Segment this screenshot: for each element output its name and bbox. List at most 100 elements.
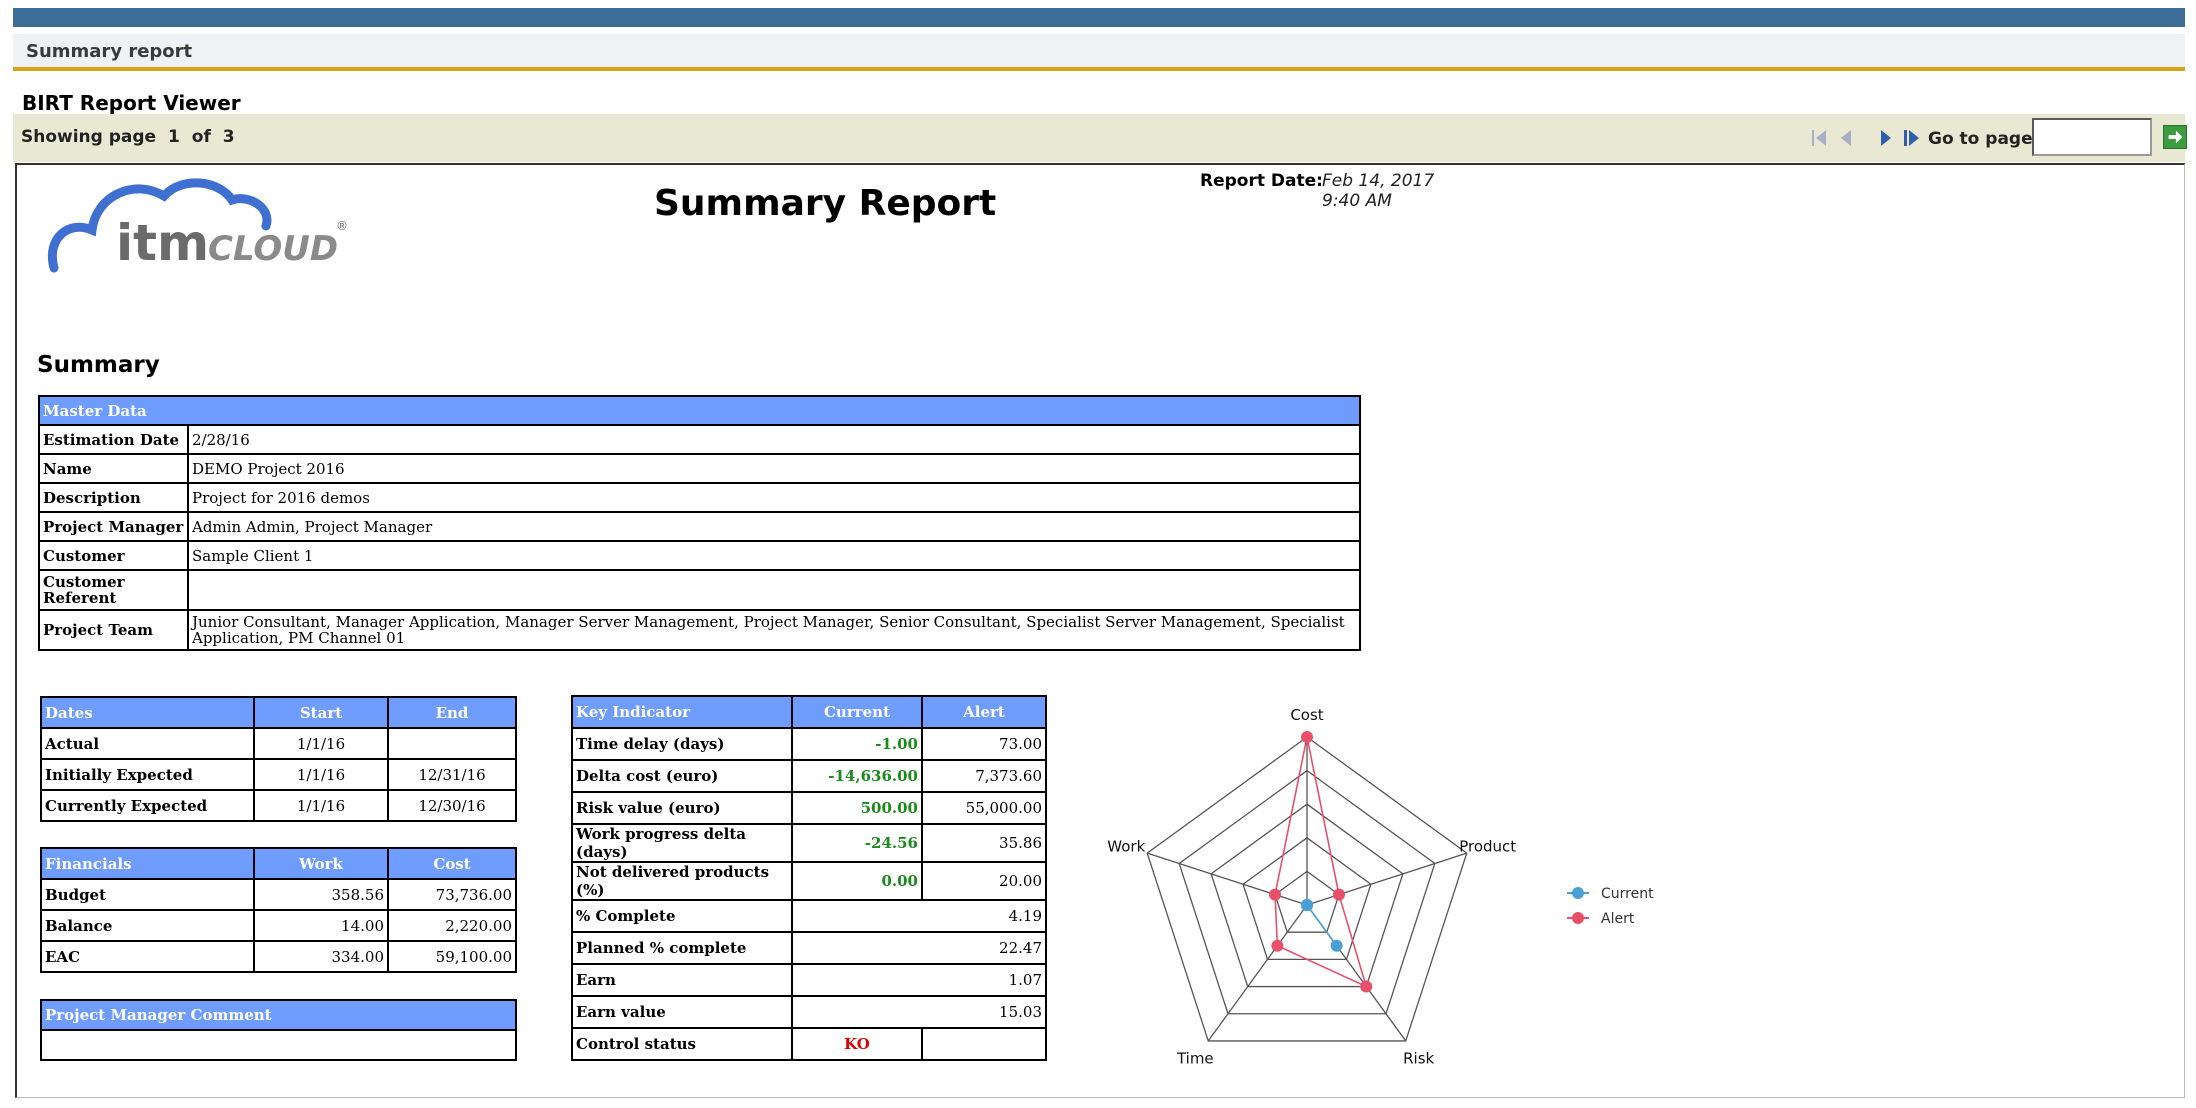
row-label: Time delay (days)	[571, 727, 793, 761]
column-header: Current	[791, 695, 923, 729]
radar-axis-label: Risk	[1403, 1050, 1434, 1068]
row-label: Project Manager	[38, 511, 189, 542]
radar-axis-label: Time	[1176, 1050, 1214, 1068]
summary-heading: Summary	[37, 352, 160, 378]
value-cell: 1.07	[791, 963, 1047, 997]
radar-series-line	[1306, 904, 1338, 947]
row-value	[187, 569, 1361, 611]
alert-cell: 20.00	[921, 861, 1047, 901]
end-cell: 12/31/16	[387, 758, 517, 791]
alert-cell: 7,373.60	[921, 759, 1047, 793]
column-header: Alert	[921, 695, 1047, 729]
radar-data-point	[1330, 939, 1343, 952]
last-page-icon[interactable]	[1901, 127, 1923, 149]
key-indicator-table: Key Indicator Current Alert Time delay (…	[571, 695, 1047, 1061]
top-banner	[13, 8, 2185, 27]
legend-label: Alert	[1601, 911, 1635, 927]
column-header: Start	[253, 696, 389, 729]
radar-data-point	[1269, 888, 1282, 901]
start-cell: 1/1/16	[253, 758, 389, 791]
itm-cloud-logo: itm CLOUD ®	[48, 178, 348, 273]
table-row: Earn value 15.03	[571, 995, 1047, 1029]
row-value: Admin Admin, Project Manager	[187, 511, 1361, 542]
table-row: Not delivered products (%) 0.00 20.00	[571, 861, 1047, 901]
radar-series-line	[1274, 736, 1368, 989]
row-label: Currently Expected	[40, 789, 255, 822]
table-row: Estimation Date 2/28/16	[38, 424, 1361, 455]
radar-data-point	[1271, 939, 1284, 952]
radar-axis-line	[1207, 904, 1308, 1042]
table-header-row: Project Manager Comment	[40, 999, 517, 1031]
table-row: Customer Sample Client 1	[38, 540, 1361, 571]
start-cell: 1/1/16	[253, 789, 389, 822]
legend-swatch-dot	[1572, 887, 1584, 899]
table-header-row: Financials Work Cost	[40, 847, 517, 880]
control-status-badge: KO	[791, 1027, 923, 1061]
row-label: Name	[38, 453, 189, 484]
goto-page-input[interactable]	[2032, 118, 2152, 156]
value-cell: 22.47	[791, 931, 1047, 965]
table-header-row: Key Indicator Current Alert	[571, 695, 1047, 729]
logo-main-text: itm	[116, 214, 209, 272]
table-row	[40, 1029, 517, 1061]
empty-cell	[921, 1027, 1047, 1061]
row-label: Not delivered products (%)	[571, 861, 793, 901]
report-date-label: Report Date:	[1200, 171, 1323, 191]
column-header: Dates	[40, 696, 255, 729]
table-row: % Complete 4.19	[571, 899, 1047, 933]
table-row: Delta cost (euro) -14,636.00 7,373.60	[571, 759, 1047, 793]
row-value: Project for 2016 demos	[187, 482, 1361, 513]
goto-page-label: Go to page:	[1928, 129, 2040, 149]
goto-page-button[interactable]	[2163, 125, 2187, 149]
first-page-icon[interactable]	[1809, 127, 1831, 149]
table-row: Time delay (days) -1.00 73.00	[571, 727, 1047, 761]
row-value: 2/28/16	[187, 424, 1361, 455]
row-label: Earn	[571, 963, 793, 997]
master-data-header: Master Data	[38, 395, 1361, 426]
table-row: Risk value (euro) 500.00 55,000.00	[571, 791, 1047, 825]
alert-cell: 55,000.00	[921, 791, 1047, 825]
table-row: Name DEMO Project 2016	[38, 453, 1361, 484]
radar-data-point	[1301, 731, 1313, 743]
row-value: DEMO Project 2016	[187, 453, 1361, 484]
radar-axis-label: Work	[1107, 837, 1145, 855]
current-cell: 0.00	[791, 861, 923, 901]
logo-secondary-text: CLOUD	[208, 229, 338, 269]
financials-table: Financials Work Cost Budget 358.56 73,73…	[40, 847, 517, 973]
pm-comment-table: Project Manager Comment	[40, 999, 517, 1061]
row-value: Junior Consultant, Manager Application, …	[187, 609, 1361, 651]
end-cell	[387, 727, 517, 760]
table-row: EAC 334.00 59,100.00	[40, 940, 517, 973]
alert-cell: 73.00	[921, 727, 1047, 761]
page-status-of: of	[191, 127, 211, 147]
table-row: Control status KO	[571, 1027, 1047, 1061]
column-header: Financials	[40, 847, 255, 880]
previous-page-icon[interactable]	[1835, 127, 1857, 149]
radar-data-point	[1360, 980, 1373, 993]
end-cell: 12/30/16	[387, 789, 517, 822]
current-page-number: 1	[168, 127, 180, 147]
next-page-icon[interactable]	[1875, 127, 1897, 149]
row-label: Budget	[40, 878, 255, 911]
section-titlebar: Summary report	[13, 34, 2185, 71]
report-title: Summary Report	[654, 183, 997, 224]
pm-comment-header: Project Manager Comment	[40, 999, 517, 1031]
radar-axis-label: Cost	[1290, 706, 1323, 724]
row-label: Initially Expected	[40, 758, 255, 791]
row-label: Customer Referent	[38, 569, 189, 611]
table-row: Currently Expected 1/1/16 12/30/16	[40, 789, 517, 822]
row-label: Actual	[40, 727, 255, 760]
work-cell: 358.56	[253, 878, 389, 911]
work-cell: 334.00	[253, 940, 389, 973]
radar-axis-label: Product	[1459, 837, 1516, 855]
row-label: Balance	[40, 909, 255, 942]
viewer-title: BIRT Report Viewer	[22, 91, 241, 115]
radar-data-point	[1332, 888, 1345, 901]
master-data-table: Master Data Estimation Date 2/28/16 Name…	[38, 395, 1361, 651]
column-header: End	[387, 696, 517, 729]
table-row: Initially Expected 1/1/16 12/31/16	[40, 758, 517, 791]
legend-label: Current	[1601, 886, 1654, 902]
total-page-count: 3	[222, 127, 235, 147]
navigation-bar: Showing page 1 of 3 Go to page:	[13, 114, 2187, 162]
row-label: Estimation Date	[38, 424, 189, 455]
